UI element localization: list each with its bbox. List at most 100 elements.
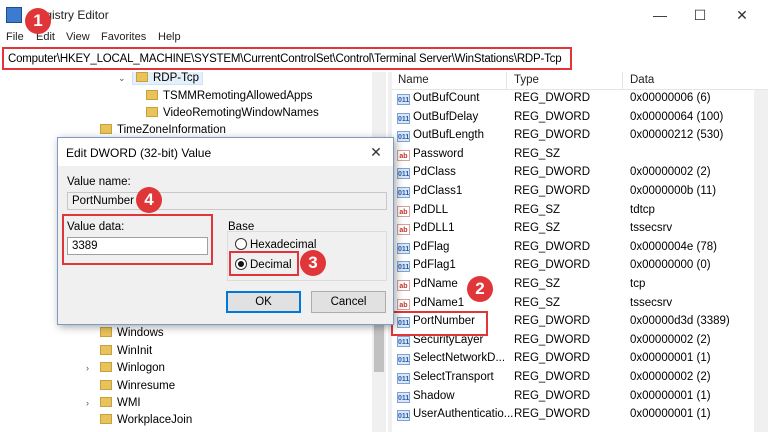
tree-item-label: WinInit: [117, 345, 153, 357]
chevron-right-icon[interactable]: ›: [86, 363, 96, 373]
maximize-button[interactable]: ☐: [680, 4, 720, 26]
binary-value-icon: 011: [397, 410, 410, 422]
value-name: Shadow: [413, 389, 455, 402]
value-name-cell: 011 SelectNetworkD...: [397, 352, 506, 366]
tree-item-label: WorkplaceJoin: [117, 414, 193, 426]
tree-item-label: RDP-Tcp: [153, 72, 200, 84]
tree-item-videoremoting[interactable]: VideoRemotingWindowNames: [146, 107, 319, 124]
value-name-cell: 011 OutBufLength: [397, 129, 484, 143]
value-type-cell: REG_DWORD: [514, 110, 591, 123]
table-row[interactable]: 011 SelectNetworkD... REG_DWORD 0x00000001 …: [392, 350, 768, 369]
tree-item-tsmm[interactable]: TSMMRemotingAllowedApps: [146, 90, 313, 107]
value-data-cell: 0x00000001 (1): [630, 408, 711, 421]
menu-file[interactable]: File: [6, 31, 24, 43]
ok-button[interactable]: OK: [226, 291, 301, 313]
string-value-icon: ab: [397, 298, 410, 310]
hexadecimal-radio[interactable]: Hexadecimal: [235, 238, 316, 251]
table-row[interactable]: 011 OutBufLength REG_DWORD 0x00000212 (530): [392, 127, 768, 146]
tree-item-label: Windows: [117, 327, 164, 339]
menu-bar: File Edit View Favorites Help: [0, 30, 768, 46]
value-data-highlight: [62, 214, 213, 265]
tree-item-windows[interactable]: Windows: [100, 327, 164, 344]
table-row[interactable]: 011 PdClass REG_DWORD 0x00000002 (2): [392, 164, 768, 183]
dialog-close-icon[interactable]: ✕: [365, 142, 387, 162]
table-row[interactable]: 011 PdFlag REG_DWORD 0x0000004e (78): [392, 239, 768, 258]
tree-item-label: TimeZoneInformation: [117, 124, 226, 136]
tree-item-label: TSMMRemotingAllowedApps: [163, 90, 313, 102]
binary-value-icon: 011: [397, 373, 410, 384]
folder-icon: [100, 414, 112, 424]
value-data-cell: 0x00000212 (530): [630, 129, 724, 142]
table-row[interactable]: 011 OutBufCount REG_DWORD 0x00000006 (6): [392, 90, 768, 109]
list-header: Name Type Data: [392, 72, 768, 90]
table-row[interactable]: 011 OutBufDelay REG_DWORD 0x00000064 (100): [392, 109, 768, 128]
binary-value-icon: 011: [397, 131, 410, 143]
value-data-cell: 0x00000001 (1): [630, 389, 711, 402]
table-row[interactable]: 011 Shadow REG_DWORD 0x00000001 (1): [392, 388, 768, 407]
value-name: PdFlag: [413, 240, 450, 253]
menu-favorites[interactable]: Favorites: [101, 31, 146, 43]
value-name-cell: ab PdName1: [397, 297, 464, 310]
value-name: PdDLL: [413, 203, 449, 216]
table-row[interactable]: 011 PdClass1 REG_DWORD 0x0000000b (11): [392, 183, 768, 202]
value-type-cell: REG_DWORD: [514, 408, 591, 421]
value-name: UserAuthenticatio...: [413, 408, 514, 421]
value-name-cell: ab Password: [397, 148, 464, 161]
title-bar: Registry Editor — ☐ ✕: [0, 0, 768, 30]
folder-icon: [100, 362, 112, 372]
string-value-icon: ab: [397, 224, 410, 236]
value-name-cell: 011 UserAuthenticatio...: [397, 408, 514, 422]
step-badge-3: 3: [300, 250, 326, 276]
tree-item-rdp-tcp[interactable]: ⌄ RDP-Tcp: [118, 72, 204, 89]
menu-help[interactable]: Help: [158, 31, 181, 43]
tree-item-winlogon[interactable]: › Winlogon: [86, 362, 165, 379]
close-button[interactable]: ✕: [722, 4, 762, 26]
value-data-cell: 0x0000004e (78): [630, 240, 717, 253]
column-divider[interactable]: [622, 72, 623, 90]
value-type-cell: REG_SZ: [514, 278, 561, 290]
chevron-right-icon[interactable]: ›: [86, 398, 96, 408]
value-name: SelectNetworkD...: [413, 352, 506, 365]
folder-icon: [136, 72, 148, 82]
table-row[interactable]: 011 SelectTransport REG_DWORD 0x00000002 (2…: [392, 369, 768, 388]
tree-item-label: Winresume: [117, 380, 176, 392]
tree-item-wmi[interactable]: › WMI: [86, 397, 141, 414]
address-path: Computer\HKEY_LOCAL_MACHINE\SYSTEM\Curre…: [8, 53, 562, 65]
binary-value-icon: 011: [397, 261, 410, 273]
list-scrollbar[interactable]: [754, 90, 768, 432]
value-name-cell: 011 OutBufCount: [397, 92, 479, 105]
table-row[interactable]: ab PdDLL1 REG_SZ tssecsrv: [392, 220, 768, 239]
binary-value-icon: 011: [397, 335, 410, 347]
column-divider[interactable]: [506, 72, 507, 90]
value-name-field[interactable]: PortNumber: [67, 192, 387, 210]
tree-item-workplacejoin[interactable]: WorkplaceJoin: [100, 414, 192, 431]
value-name-label: Value name:: [67, 176, 131, 188]
tree-item-wininit[interactable]: WinInit: [100, 345, 152, 362]
dialog-title-bar: Edit DWORD (32-bit) Value ✕: [58, 138, 393, 166]
table-row[interactable]: ab PdName REG_SZ tcp: [392, 276, 768, 295]
value-type-cell: REG_DWORD: [514, 129, 591, 142]
value-type-cell: REG_DWORD: [514, 185, 591, 197]
column-data[interactable]: Data: [630, 74, 654, 86]
menu-view[interactable]: View: [66, 31, 90, 43]
value-type-cell: REG_DWORD: [514, 315, 591, 328]
minimize-button[interactable]: —: [640, 4, 680, 26]
tree-item-winresume[interactable]: Winresume: [100, 380, 175, 397]
value-type-cell: REG_DWORD: [514, 166, 591, 179]
cancel-button[interactable]: Cancel: [311, 291, 386, 313]
table-row[interactable]: 011 PdFlag1 REG_DWORD 0x00000000 (0): [392, 257, 768, 276]
column-type[interactable]: Type: [514, 74, 539, 86]
binary-value-icon: 011: [397, 242, 410, 254]
column-name[interactable]: Name: [398, 74, 429, 86]
binary-value-icon: 011: [397, 168, 410, 180]
tree-item-label: VideoRemotingWindowNames: [163, 107, 319, 119]
folder-icon: [146, 107, 158, 117]
folder-icon: [100, 124, 112, 134]
table-row[interactable]: 011 UserAuthenticatio... REG_DWORD 0x000000…: [392, 406, 768, 425]
value-type-cell: REG_DWORD: [514, 371, 591, 383]
value-name: PdName: [413, 278, 458, 290]
table-row[interactable]: ab PdDLL REG_SZ tdtcp: [392, 202, 768, 221]
address-bar[interactable]: Computer\HKEY_LOCAL_MACHINE\SYSTEM\Curre…: [2, 47, 572, 70]
table-row[interactable]: ab Password REG_SZ: [392, 146, 768, 165]
chevron-down-icon[interactable]: ⌄: [118, 73, 128, 84]
